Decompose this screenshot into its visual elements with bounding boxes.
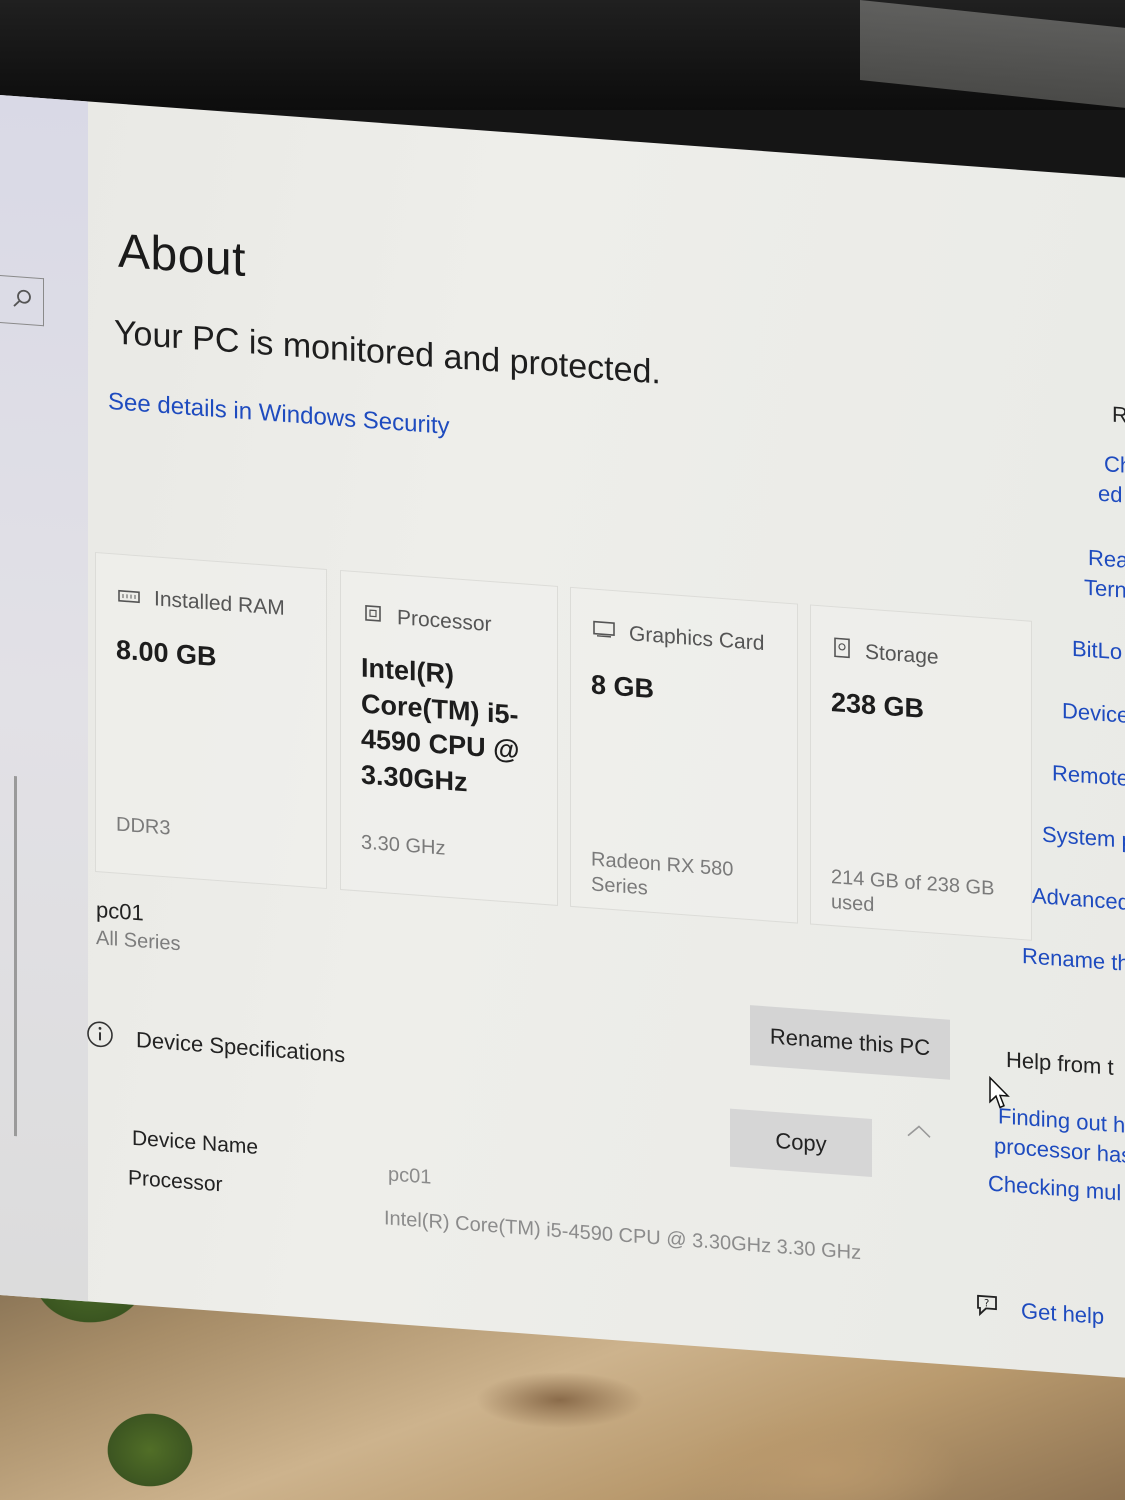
help-link[interactable]: Checking mul — [988, 1171, 1121, 1207]
related-heading: R — [1112, 401, 1125, 428]
windows-security-link[interactable]: See details in Windows Security — [108, 388, 449, 441]
card-header: Processor — [363, 603, 492, 638]
card-graphics: Graphics Card 8 GB Radeon RX 580 Series — [570, 586, 798, 924]
card-header: Installed RAM — [118, 585, 285, 621]
sidebar-scrollbar[interactable] — [14, 776, 17, 1137]
help-link[interactable]: processor has — [994, 1133, 1125, 1169]
svg-text:?: ? — [984, 1298, 989, 1309]
card-header: Graphics Card — [593, 620, 764, 657]
help-chat-icon: ? — [975, 1292, 1003, 1326]
settings-window: About Your PC is monitored and protected… — [0, 95, 1125, 1378]
device-series: All Series — [96, 927, 181, 956]
related-link-system[interactable]: System p — [1042, 822, 1125, 855]
protection-status: Your PC is monitored and protected. — [114, 313, 661, 392]
chevron-up-icon[interactable] — [905, 1121, 933, 1146]
card-label: Processor — [397, 606, 492, 637]
search-icon — [11, 286, 33, 315]
related-link-device[interactable]: Device — [1062, 698, 1125, 729]
related-link-bitlocker[interactable]: BitLo — [1072, 636, 1122, 666]
spec-label-device-name: Device Name — [132, 1126, 259, 1159]
help-heading: Help from t — [1006, 1046, 1114, 1080]
spec-value-device-name: pc01 — [388, 1163, 432, 1189]
card-value: Intel(R) Core(TM) i5-4590 CPU @ 3.30GHz — [361, 652, 520, 798]
related-link[interactable]: ed — [1098, 481, 1122, 509]
card-value: 238 GB — [831, 687, 925, 724]
related-link[interactable]: Ch — [1104, 451, 1125, 479]
card-header: Storage — [833, 637, 939, 671]
page-title: About — [118, 224, 246, 288]
copy-button[interactable]: Copy — [730, 1108, 872, 1178]
storage-icon — [833, 637, 851, 664]
spec-value-processor: Intel(R) Core(TM) i5-4590 CPU @ 3.30GHz … — [384, 1207, 862, 1265]
card-subtext: DDR3 — [116, 813, 171, 840]
related-link-remote[interactable]: Remote — [1052, 760, 1125, 792]
info-icon — [86, 1019, 114, 1055]
card-installed-ram: Installed RAM 8.00 GB DDR3 — [95, 551, 327, 890]
help-link[interactable]: Finding out h — [998, 1103, 1125, 1138]
card-value: 8 GB — [591, 669, 655, 705]
related-link-rename[interactable]: Rename th — [1022, 943, 1125, 977]
spec-cards: Installed RAM 8.00 GB DDR3 Processor Int… — [80, 551, 1040, 951]
spec-label-processor: Processor — [128, 1166, 223, 1197]
rename-pc-button[interactable]: Rename this PC — [750, 1005, 950, 1080]
related-link[interactable]: Rea — [1088, 545, 1125, 574]
card-storage: Storage 238 GB 214 GB of 238 GB used — [810, 604, 1032, 941]
card-subtext: 214 GB of 238 GB used — [831, 866, 995, 917]
specs-heading: Device Specifications — [136, 1026, 346, 1068]
mouse-cursor-icon — [988, 1075, 1010, 1117]
card-label: Graphics Card — [629, 622, 765, 656]
card-processor: Processor Intel(R) Core(TM) i5-4590 CPU … — [340, 569, 558, 906]
device-specifications-header[interactable]: Device Specifications — [86, 1019, 345, 1072]
graphics-card-icon — [593, 620, 615, 646]
card-subtext: Radeon RX 580 Series — [591, 848, 734, 900]
device-name: pc01 — [96, 897, 144, 926]
related-link-advanced[interactable]: Advanced — [1032, 883, 1125, 916]
ram-icon — [118, 585, 140, 611]
card-subtext: 3.30 GHz — [361, 831, 446, 860]
card-value: 8.00 GB — [116, 634, 217, 672]
card-label: Installed RAM — [154, 587, 285, 620]
get-help-link[interactable]: ? Get help — [975, 1292, 1104, 1333]
processor-icon — [363, 603, 383, 630]
related-link[interactable]: Tern — [1084, 575, 1125, 604]
card-label: Storage — [865, 640, 939, 669]
search-button[interactable] — [0, 275, 44, 327]
get-help-label: Get help — [1021, 1297, 1105, 1330]
